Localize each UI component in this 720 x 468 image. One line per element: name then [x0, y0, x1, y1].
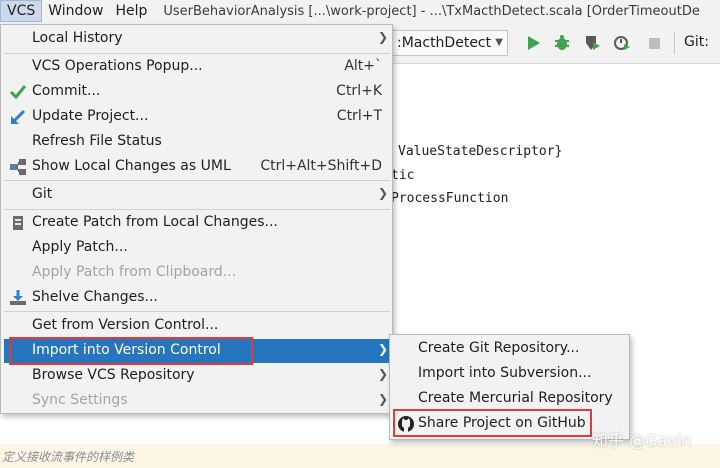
menu-help[interactable]: Help [109, 0, 153, 22]
submenu-item-import-subversion[interactable]: Import into Subversion... [392, 362, 628, 386]
menu-item-get-from-vcs[interactable]: Get from Version Control... [4, 314, 390, 338]
menu-item-label: Create Patch from Local Changes... [32, 214, 278, 230]
profile-icon[interactable] [613, 34, 631, 52]
menu-item-label: Local History [32, 30, 123, 46]
git-label: Git: [684, 34, 709, 50]
menu-item-git[interactable]: Git ❯ [4, 183, 390, 207]
chevron-right-icon: ❯ [377, 30, 388, 44]
code-line: tic [391, 168, 415, 183]
submenu-item-label: Create Mercurial Repository [418, 390, 613, 406]
debug-icon[interactable] [553, 34, 571, 52]
menu-item-vcs-operations-popup[interactable]: VCS Operations Popup... Alt+` [4, 55, 390, 79]
menu-item-label: Show Local Changes as UML [32, 158, 231, 174]
menu-item-shortcut: Ctrl+K [336, 83, 382, 99]
shelve-icon [10, 290, 26, 305]
coverage-icon[interactable] [583, 34, 601, 52]
vcs-dropdown-menu: Local History ❯ VCS Operations Popup... … [0, 24, 393, 414]
code-comment: 定义接收流事件的样例类 [2, 450, 135, 464]
chevron-right-icon: ❯ [377, 367, 388, 381]
menu-item-sync-settings: Sync Settings ❯ [4, 389, 390, 413]
update-arrow-icon [11, 109, 26, 124]
menu-window[interactable]: Window [42, 0, 109, 22]
menu-item-shelve-changes[interactable]: Shelve Changes... [4, 286, 390, 310]
chevron-right-icon: ❯ [377, 392, 388, 406]
patch-icon [13, 216, 23, 230]
menu-item-shortcut: Ctrl+T [336, 108, 382, 124]
menu-item-commit[interactable]: Commit... Ctrl+K [4, 80, 390, 104]
window-title: UserBehaviorAnalysis [...\work-project] … [163, 3, 700, 19]
uml-icon [10, 159, 26, 175]
menu-item-shortcut: Ctrl+Alt+Shift+D [260, 158, 382, 174]
menu-separator [4, 53, 390, 54]
menu-item-refresh-file-status[interactable]: Refresh File Status [4, 130, 390, 154]
run-icon[interactable] [524, 34, 542, 52]
menu-item-update-project[interactable]: Update Project... Ctrl+T [4, 105, 390, 129]
menu-item-shortcut: Alt+` [344, 58, 382, 74]
menu-item-browse-vcs-repo[interactable]: Browse VCS Repository ❯ [4, 364, 390, 388]
stop-icon[interactable] [645, 34, 663, 52]
import-submenu: Create Git Repository... Import into Sub… [389, 334, 630, 440]
menu-separator [4, 311, 390, 312]
menu-item-apply-patch[interactable]: Apply Patch... [4, 236, 390, 260]
menu-item-label: Apply Patch from Clipboard... [32, 264, 237, 280]
menu-item-show-local-changes-uml[interactable]: Show Local Changes as UML Ctrl+Alt+Shift… [4, 155, 390, 179]
submenu-item-create-git-repo[interactable]: Create Git Repository... [392, 337, 628, 361]
menu-item-label: Apply Patch... [32, 239, 128, 255]
menu-item-label: Browse VCS Repository [32, 367, 195, 383]
run-config-label: :MacthDetect [397, 35, 492, 51]
code-line: ProcessFunction [391, 191, 509, 206]
submenu-item-create-mercurial-repo[interactable]: Create Mercurial Repository [392, 387, 628, 411]
menu-item-label: Git [32, 186, 53, 202]
highlight-box [393, 409, 592, 437]
menu-separator [4, 209, 390, 210]
watermark: 知乎 @Gavin [592, 431, 692, 450]
chevron-right-icon: ❯ [377, 186, 388, 200]
toolbar-separator [674, 32, 675, 54]
submenu-item-label: Import into Subversion... [418, 365, 592, 381]
menu-item-local-history[interactable]: Local History ❯ [4, 27, 390, 51]
run-config-select[interactable]: :MacthDetect ▼ [392, 30, 508, 56]
menu-item-label: Sync Settings [32, 392, 128, 408]
menu-item-apply-patch-clipboard: Apply Patch from Clipboard... [4, 261, 390, 285]
menu-item-create-patch[interactable]: Create Patch from Local Changes... [4, 211, 390, 235]
menu-separator [4, 180, 390, 181]
submenu-item-label: Create Git Repository... [418, 340, 580, 356]
highlight-box [9, 337, 253, 365]
menu-item-label: Get from Version Control... [32, 317, 219, 333]
chevron-right-icon: ❯ [377, 342, 388, 356]
chevron-down-icon: ▼ [495, 37, 503, 48]
menu-bar: VCS Window Help UserBehaviorAnalysis [..… [0, 0, 720, 22]
checkmark-icon [9, 85, 27, 100]
menu-item-label: VCS Operations Popup... [32, 58, 203, 74]
menu-item-label: Commit... [32, 83, 101, 99]
menu-vcs[interactable]: VCS [0, 0, 43, 22]
code-line: ValueStateDescriptor} [398, 144, 563, 159]
menu-item-label: Refresh File Status [32, 133, 162, 149]
menu-item-label: Shelve Changes... [32, 289, 158, 305]
menu-item-label: Update Project... [32, 108, 149, 124]
